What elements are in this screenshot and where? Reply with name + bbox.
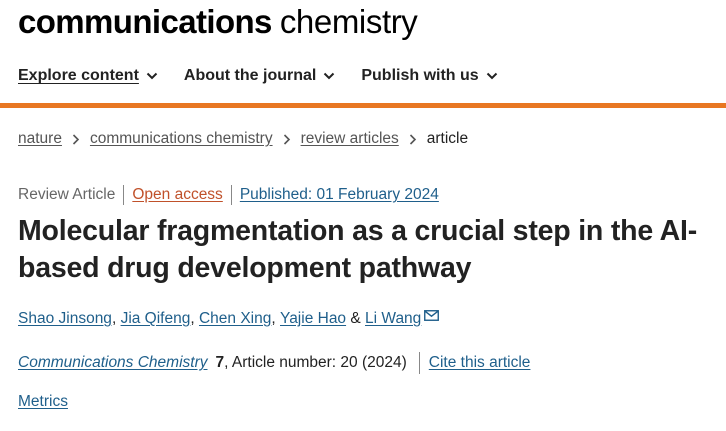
envelope-icon[interactable] (424, 309, 440, 321)
meta-divider (123, 185, 125, 205)
chevron-right-icon (72, 133, 80, 145)
author-link[interactable]: Shao Jinsong (18, 310, 112, 328)
journal-link[interactable]: Communications Chemistry (18, 354, 208, 372)
cite-this-article-link[interactable]: Cite this article (429, 354, 531, 372)
main-nav: Explore content About the journal Publis… (18, 62, 524, 90)
published-date-link[interactable]: Published: 01 February 2024 (240, 186, 439, 204)
accent-divider (0, 103, 726, 108)
breadcrumb-current: article (426, 130, 469, 147)
nav-explore-content[interactable]: Explore content (18, 67, 158, 85)
breadcrumb-communications-chemistry[interactable]: communications chemistry (90, 130, 273, 148)
author-link[interactable]: Chen Xing (199, 310, 271, 328)
nav-about-journal[interactable]: About the journal (184, 67, 335, 85)
author-link[interactable]: Jia Qifeng (121, 310, 191, 328)
chevron-right-icon (409, 133, 416, 145)
citation-line: Communications Chemistry 7 , Article num… (18, 352, 530, 374)
chevron-down-icon (324, 72, 335, 80)
metrics-link[interactable]: Metrics (18, 393, 68, 411)
article-type: Review Article (18, 186, 116, 203)
author-link[interactable]: Li Wang (365, 310, 421, 328)
citation-divider (418, 352, 420, 374)
nav-about-journal-label: About the journal (183, 67, 317, 84)
chevron-down-icon (146, 72, 158, 80)
open-access-link[interactable]: Open access (132, 186, 222, 204)
nav-publish-with-us-label: Publish with us (361, 67, 479, 84)
nav-explore-content-label: Explore content (18, 67, 139, 84)
nav-publish-with-us[interactable]: Publish with us (361, 67, 497, 85)
journal-logo[interactable]: communications chemistry (18, 0, 418, 44)
chevron-right-icon (283, 133, 290, 145)
breadcrumb-nature[interactable]: nature (18, 130, 62, 148)
author-link[interactable]: Yajie Hao (280, 310, 346, 328)
breadcrumb-review-articles[interactable]: review articles (301, 130, 399, 148)
chevron-down-icon (486, 72, 497, 80)
breadcrumb: nature communications chemistry review a… (18, 128, 468, 150)
article-number: , Article number: 20 (2024) (224, 354, 407, 371)
logo-text-light: chemistry (279, 3, 418, 40)
logo-text-bold: communications (18, 3, 272, 40)
volume-number: 7 (215, 354, 225, 371)
author-list: Shao Jinsong, Jia Qifeng, Chen Xing, Yaj… (18, 307, 440, 331)
article-meta: Review Article Open access Published: 01… (18, 184, 439, 206)
meta-divider (230, 185, 232, 205)
article-title: Molecular fragmentation as a crucial ste… (18, 215, 698, 284)
